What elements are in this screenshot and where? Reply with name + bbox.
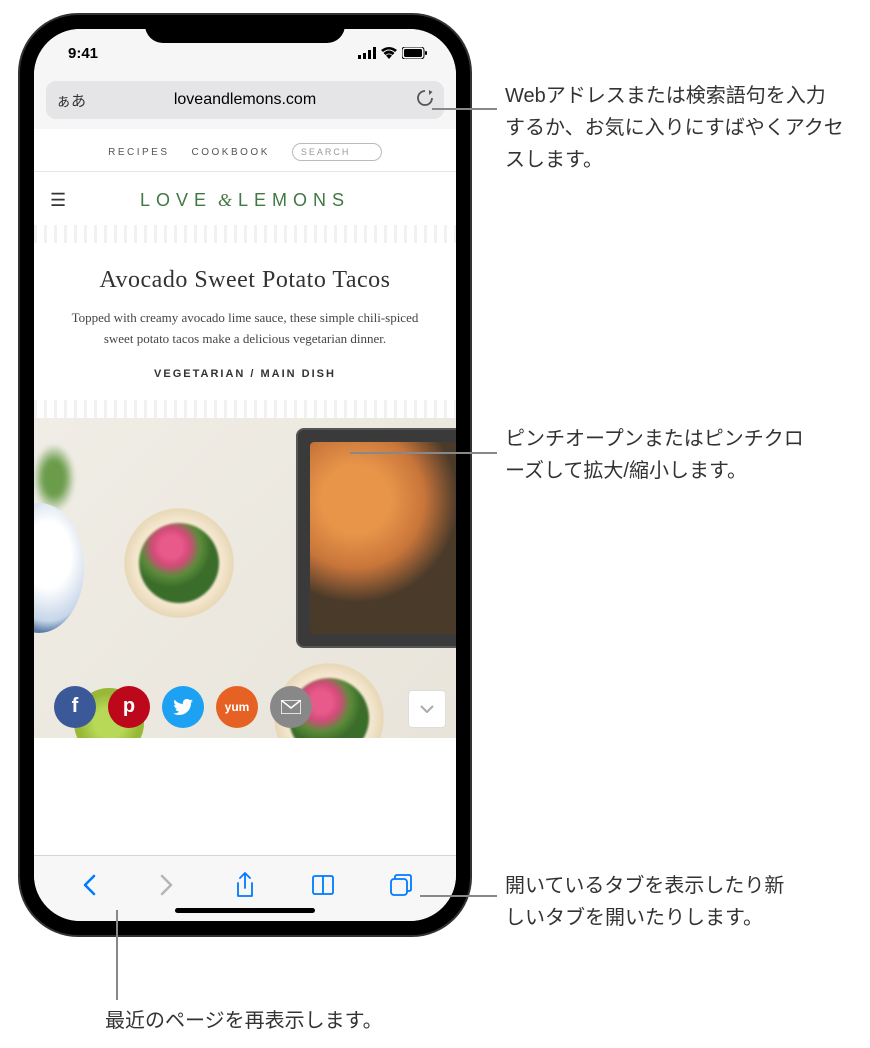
yummly-share-icon[interactable]: yum [216, 686, 258, 728]
callout-line-tabs [420, 895, 497, 897]
roasting-tray [296, 428, 456, 648]
article-description: Topped with creamy avocado lime sauce, t… [34, 308, 456, 368]
text-size-button[interactable]: ぁあ [56, 90, 86, 111]
pinterest-share-icon[interactable]: p [108, 686, 150, 728]
logo-love: LOVE [140, 190, 212, 211]
logo-amp: & [218, 190, 232, 211]
bookmarks-button[interactable] [301, 868, 345, 902]
taco-1 [94, 478, 264, 648]
callout-urlbar: Webアドレスまたは検索語句を入力するか、お気に入りにすばやくアクセスします。 [505, 80, 845, 176]
share-button[interactable] [223, 868, 267, 902]
callout-pinch: ピンチオープンまたはピンチクローズして拡大/縮小します。 [505, 423, 805, 487]
email-share-icon[interactable] [270, 686, 312, 728]
home-indicator[interactable] [175, 908, 315, 913]
callout-line-pinch [350, 452, 497, 454]
blue-plate [34, 503, 84, 633]
site-search-field[interactable]: SEARCH [292, 143, 382, 161]
forward-button[interactable] [145, 868, 189, 902]
chevron-down-icon[interactable] [408, 690, 446, 728]
article-categories[interactable]: VEGETARIAN / MAIN DISH [34, 368, 456, 400]
cellular-signal-icon [358, 47, 376, 59]
logo-lemons: LEMONS [238, 190, 350, 211]
url-domain-text[interactable]: loveandlemons.com [174, 91, 316, 109]
callout-line-urlbar [432, 108, 497, 110]
back-button[interactable] [67, 868, 111, 902]
notch [145, 15, 345, 43]
nav-cookbook[interactable]: COOKBOOK [192, 147, 270, 158]
facebook-share-icon[interactable]: f [54, 686, 96, 728]
share-row: f p yum [54, 686, 312, 728]
hamburger-menu-icon[interactable]: ☰ [50, 190, 66, 211]
nav-recipes[interactable]: RECIPES [108, 147, 169, 158]
twitter-share-icon[interactable] [162, 686, 204, 728]
iphone-frame: 9:41 ぁあ loveandlemons.com RECIPES COOKBO… [20, 15, 470, 935]
callout-tabs: 開いているタブを表示したり新しいタブを開いたりします。 [505, 870, 795, 934]
screen: 9:41 ぁあ loveandlemons.com RECIPES COOKBO… [34, 29, 456, 921]
web-content[interactable]: RECIPES COOKBOOK SEARCH ☰ LOVE & LEMONS … [34, 129, 456, 855]
hero-image: f p yum [34, 418, 456, 738]
decorative-band [34, 225, 456, 243]
decorative-band-2 [34, 400, 456, 418]
status-right [358, 47, 428, 59]
site-header: ☰ LOVE & LEMONS [34, 172, 456, 225]
site-logo[interactable]: LOVE & LEMONS [140, 190, 350, 211]
url-field[interactable]: ぁあ loveandlemons.com [46, 81, 444, 119]
status-time: 9:41 [68, 45, 98, 62]
site-nav: RECIPES COOKBOOK SEARCH [34, 129, 456, 172]
callout-recent: 最近のページを再表示します。 [105, 1005, 465, 1037]
battery-icon [402, 47, 428, 59]
wifi-icon [381, 47, 397, 59]
url-bar: ぁあ loveandlemons.com [34, 77, 456, 129]
tabs-button[interactable] [379, 868, 423, 902]
article-title: Avocado Sweet Potato Tacos [34, 243, 456, 308]
callout-line-recent [116, 910, 118, 1000]
